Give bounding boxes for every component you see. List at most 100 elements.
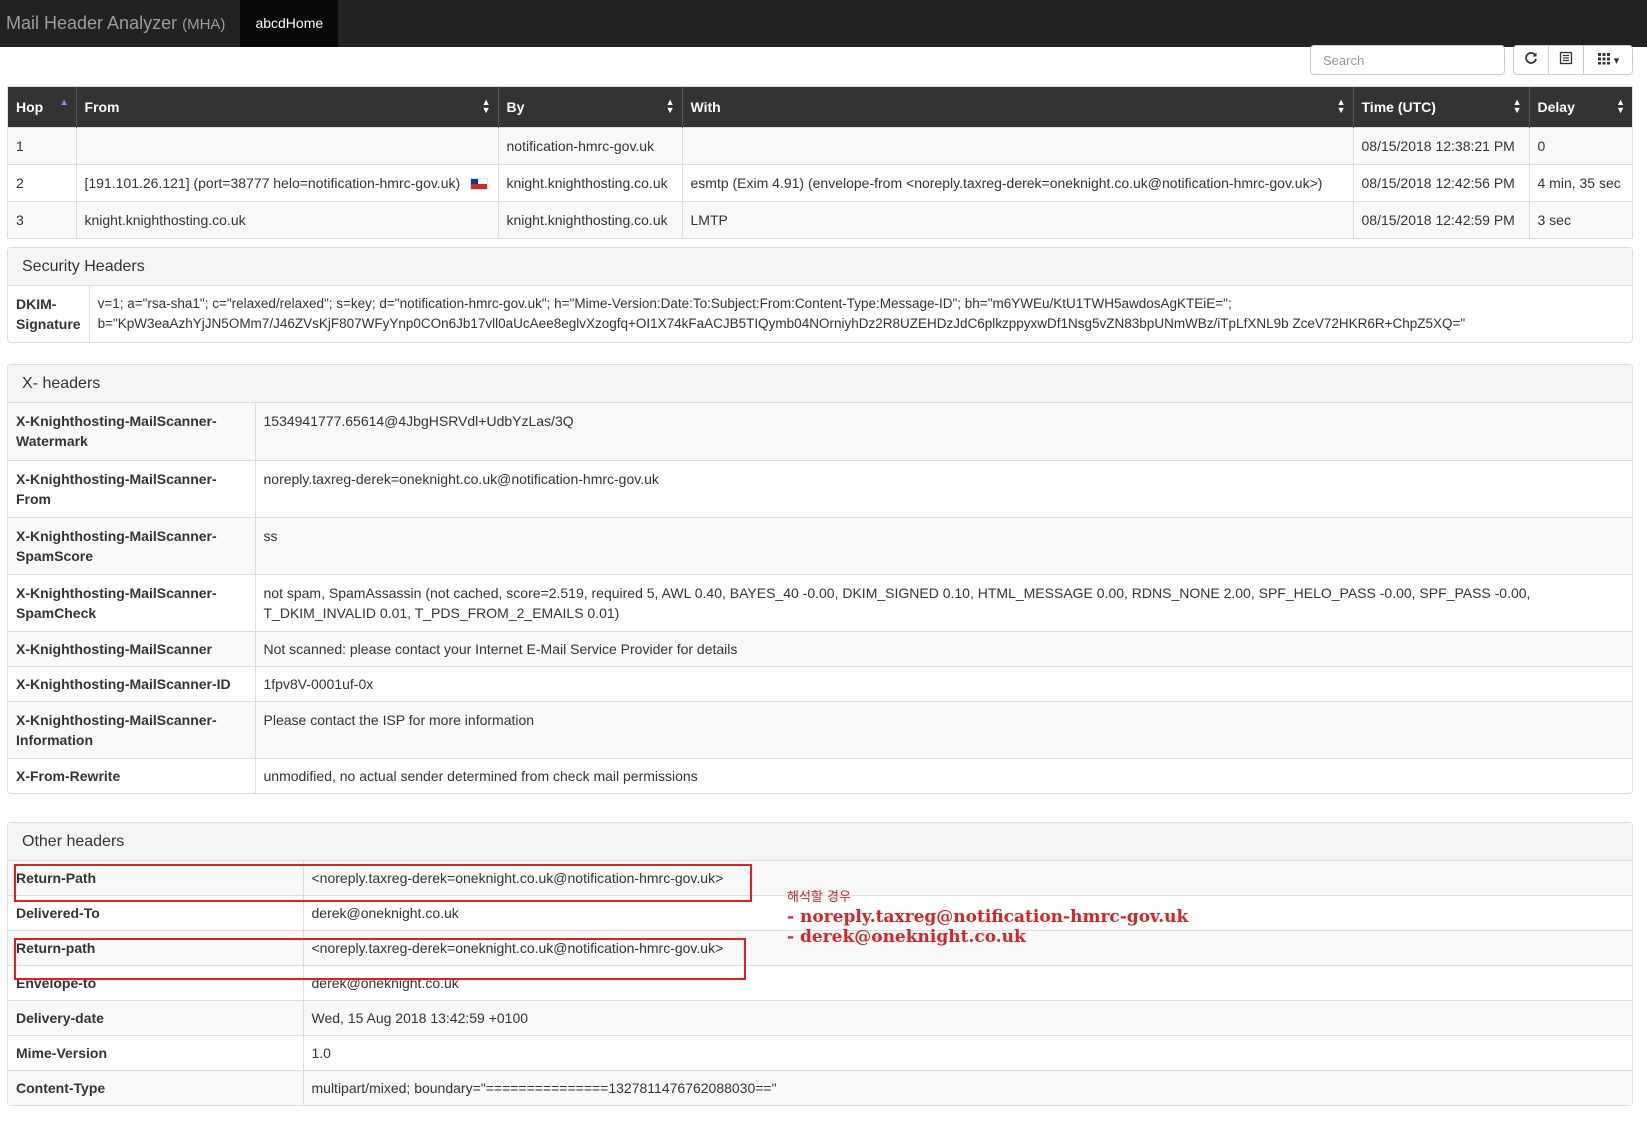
header-value: Wed, 15 Aug 2018 13:42:59 +0100 [303,1000,1632,1036]
header-key: X-Knighthosting-MailScanner [8,630,256,666]
header-value: 1fpv8V-0001uf-0x [255,665,1632,701]
table-row: X-Knighthosting-MailScanner-SpamCheck no… [8,573,1632,631]
refresh-icon [1524,51,1538,69]
annotation-note: 해석할 경우 - noreply.taxreg@notification-hmr… [787,889,1188,947]
from-text: [191.101.26.121] (port=38777 helo=notifi… [84,174,461,191]
chevron-down-icon: ▾ [1613,54,1620,67]
sort-asc-icon: ▲ [59,97,69,107]
sort-icon: ▲ ▼ [665,97,675,115]
panel-title: Security Headers [8,248,1632,286]
header-key: Delivery-date [8,1000,304,1036]
annotation-title: 해석할 경우 [787,890,851,905]
app-brand[interactable]: Mail Header Analyzer (MHA) [0,0,240,47]
table-row: Delivery-date Wed, 15 Aug 2018 13:42:59 … [8,1000,1632,1036]
hop-cell: 1 [8,126,77,164]
sort-icon: ▲ ▼ [1336,97,1346,115]
column-header-delay[interactable]: Delay ▲ ▼ [1529,87,1632,127]
sort-icon: ▲ ▼ [1512,97,1522,115]
key-line: Signature [16,316,81,332]
security-headers-table: DKIM- Signature v=1; a="rsa-sha1"; c="re… [8,286,1632,342]
column-label: Delay [1537,98,1575,115]
header-value: v=1; a="rsa-sha1"; c="relaxed/relaxed"; … [89,286,1632,342]
header-key: DKIM- Signature [8,286,90,342]
brand-suffix: (MHA) [182,16,226,33]
table-row: Content-Type multipart/mixed; boundary="… [8,1070,1632,1105]
header-value: multipart/mixed; boundary="=============… [303,1070,1632,1105]
table-row: 3 knight.knighthosting.co.uk knight.knig… [8,200,1632,238]
key-line: DKIM- [16,296,57,312]
header-value: 1.0 [303,1035,1632,1071]
header-key: X-Knighthosting-MailScanner-Watermark [8,403,256,460]
column-header-from[interactable]: From ▲ ▼ [76,87,499,127]
table-row: Mime-Version 1.0 [8,1035,1632,1071]
navbar: Mail Header Analyzer (MHA) abcdHome [0,0,1647,47]
refresh-button[interactable] [1513,45,1549,75]
toggle-view-button[interactable] [1548,45,1584,75]
hop-cell: 3 [8,200,77,238]
time-cell: 08/15/2018 12:42:56 PM [1353,163,1530,201]
columns-dropdown-button[interactable]: ▾ [1583,45,1633,75]
from-cell: knight.knighthosting.co.uk [76,200,499,238]
header-key: X-Knighthosting-MailScanner-SpamCheck [8,573,256,631]
hops-table-container: Hop ▲ From ▲ ▼ By ▲ ▼ With ▲ ▼ Time (UTC) ▲ ▼ Del… [7,86,1633,239]
search-input[interactable] [1310,45,1505,75]
chile-flag-icon [470,177,489,190]
delay-cell: 0 [1529,126,1632,164]
security-headers-panel: Security Headers DKIM- Signature v=1; a=… [7,247,1633,343]
header-value: Not scanned: please contact your Interne… [255,630,1632,666]
column-header-time[interactable]: Time (UTC) ▲ ▼ [1353,87,1530,127]
by-cell: knight.knighthosting.co.uk [498,163,683,201]
table-row: X-Knighthosting-MailScanner-From noreply… [8,459,1632,517]
highlight-box-return-path [14,864,752,902]
table-row: X-Knighthosting-MailScanner-ID 1fpv8V-00… [8,665,1632,701]
header-key: X-Knighthosting-MailScanner-Information [8,700,256,758]
columns-grid-icon [1597,51,1611,69]
table-row: X-Knighthosting-MailScanner-SpamScore ss [8,516,1632,574]
header-value: Please contact the ISP for more informat… [255,700,1632,758]
nav-tab-home[interactable]: abcdHome [240,0,339,47]
value-line: v=1; a="rsa-sha1"; c="relaxed/relaxed"; … [97,296,1232,311]
column-label: Time (UTC) [1361,98,1436,115]
column-header-with[interactable]: With ▲ ▼ [682,87,1354,127]
header-key: Content-Type [8,1070,304,1105]
table-row: X-Knighthosting-MailScanner-Information … [8,700,1632,758]
x-headers-panel: X- headers X-Knighthosting-MailScanner-W… [7,364,1633,794]
header-key: X-Knighthosting-MailScanner-From [8,459,256,517]
header-value: unmodified, no actual sender determined … [255,757,1632,793]
column-label: With [690,98,721,115]
column-label: Hop [16,98,44,115]
table-row: X-Knighthosting-MailScanner-Watermark 15… [8,403,1632,460]
delay-cell: 4 min, 35 sec [1529,163,1632,201]
delay-cell: 3 sec [1529,200,1632,238]
table-row: 2 [191.101.26.121] (port=38777 helo=noti… [8,163,1632,201]
value-line: b="KpW3eaAzhYjJN5OMm7/J46ZVsKjF807WFyYnp… [97,316,1466,331]
annotation-line: - noreply.taxreg@notification-hmrc-gov.u… [787,907,1189,927]
with-cell: LMTP [682,200,1354,238]
column-header-by[interactable]: By ▲ ▼ [498,87,683,127]
column-label: By [506,98,525,115]
highlight-box-return-path-2 [14,938,746,980]
time-cell: 08/15/2018 12:42:59 PM [1353,200,1530,238]
header-key: X-Knighthosting-MailScanner-ID [8,665,256,701]
table-row: X-Knighthosting-MailScanner Not scanned:… [8,630,1632,666]
sort-icon: ▲ ▼ [481,97,491,115]
annotation-line: - derek@oneknight.co.uk [787,927,1026,947]
from-cell [76,126,499,164]
column-label: From [84,98,120,115]
column-header-hop[interactable]: Hop ▲ [8,87,77,127]
with-cell [682,126,1354,164]
table-row: DKIM- Signature v=1; a="rsa-sha1"; c="re… [8,286,1632,342]
header-value: 1534941777.65614@4JbgHSRVdl+UdbYzLas/3Q [255,403,1632,460]
panel-title: Other headers [8,823,1632,861]
header-key: X-From-Rewrite [8,757,256,793]
from-cell: [191.101.26.121] (port=38777 helo=notifi… [76,163,499,201]
hop-cell: 2 [8,163,77,201]
with-cell: esmtp (Exim 4.91) (envelope-from <norepl… [682,163,1354,201]
x-headers-table: X-Knighthosting-MailScanner-Watermark 15… [8,403,1632,793]
table-row: X-From-Rewrite unmodified, no actual sen… [8,757,1632,793]
header-key: Mime-Version [8,1035,304,1071]
sort-icon: ▲ ▼ [1616,97,1625,115]
header-value: not spam, SpamAssassin (not cached, scor… [255,573,1632,631]
header-key: X-Knighthosting-MailScanner-SpamScore [8,516,256,574]
list-icon [1559,51,1573,69]
